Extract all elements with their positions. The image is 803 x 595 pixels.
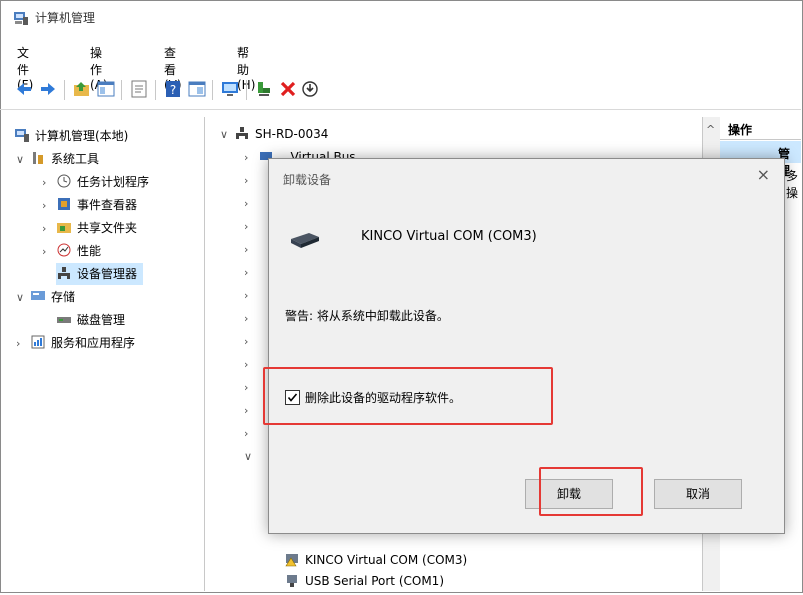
chevron-right-icon[interactable]: › — [244, 192, 264, 215]
device-usb-serial-com1[interactable]: USB Serial Port (COM1) — [284, 570, 444, 592]
toolbar-divider — [0, 109, 801, 110]
scroll-up-arrow-icon[interactable]: ^ — [706, 123, 715, 136]
tree-label: 服务和应用程序 — [51, 336, 136, 350]
chevron-right-icon[interactable]: › — [244, 330, 264, 353]
computer-management-icon — [14, 127, 30, 143]
shared-folders-icon — [56, 219, 72, 235]
chevron-right-icon[interactable]: › — [16, 333, 30, 355]
title-bar: 计算机管理 — [0, 0, 801, 36]
tree-item-disk-management[interactable]: 磁盘管理 — [56, 309, 125, 331]
dialog-title: 卸载设备 — [283, 173, 332, 187]
toolbar: ? — [0, 76, 801, 104]
device-kinco-com3[interactable]: KINCO Virtual COM (COM3) — [284, 549, 467, 571]
chevron-right-icon[interactable]: › — [244, 353, 264, 376]
storage-icon — [30, 288, 46, 304]
tree-item-event-viewer[interactable]: › 事件查看器 — [42, 194, 137, 216]
tree-item-computer-management[interactable]: 计算机管理(本地) — [14, 125, 128, 147]
console-view-icon[interactable] — [187, 79, 207, 99]
port-icon — [284, 572, 300, 588]
up-folder-icon[interactable] — [72, 79, 92, 99]
device-root[interactable]: ∨ SH-RD-0034 — [220, 123, 328, 145]
tree-item-services-apps[interactable]: › 服务和应用程序 — [16, 332, 135, 354]
console-tree: 计算机管理(本地) ∨ 系统工具 › 任务计划程序 › 事件查看器 › 共享文件夹 › 性… — [8, 117, 205, 591]
chevron-right-icon[interactable]: › — [244, 422, 264, 445]
chevron-right-icon[interactable]: › — [244, 399, 264, 422]
show-hide-tree-icon[interactable] — [96, 79, 116, 99]
tree-label: 性能 — [77, 244, 102, 258]
actions-more-label: 多操 — [786, 169, 799, 200]
tree-item-performance[interactable]: › 性能 — [42, 240, 101, 262]
computer-icon — [234, 125, 250, 141]
device-root-label: SH-RD-0034 — [255, 127, 329, 141]
svg-text:?: ? — [170, 83, 176, 97]
forward-arrow-icon[interactable] — [38, 79, 58, 99]
uninstall-device-dialog: 卸载设备 × KINCO Virtual COM (COM3) 警告: 将从系统… — [263, 158, 785, 534]
help-icon[interactable]: ? — [163, 79, 183, 99]
dialog-warning-text: 警告: 将从系统中卸载此设备。 — [285, 309, 449, 323]
download-circle-icon[interactable] — [300, 79, 320, 99]
actions-item-more[interactable]: 多操 — [786, 167, 801, 201]
chevron-right-icon[interactable]: › — [42, 195, 56, 217]
chevron-right-icon[interactable]: › — [42, 172, 56, 194]
dialog-device-name: KINCO Virtual COM (COM3) — [361, 229, 537, 244]
tree-item-system-tools[interactable]: ∨ 系统工具 — [16, 148, 99, 170]
tree-label: 计算机管理(本地) — [35, 129, 129, 143]
tree-item-shared-folders[interactable]: › 共享文件夹 — [42, 217, 137, 239]
disk-management-icon — [56, 311, 72, 327]
port-device-icon — [289, 227, 321, 249]
uninstall-x-icon[interactable] — [278, 79, 298, 99]
tree-label: 系统工具 — [51, 152, 100, 166]
tree-label: 磁盘管理 — [77, 313, 126, 327]
monitor-icon[interactable] — [220, 79, 240, 99]
system-tools-icon — [30, 150, 46, 166]
tree-label: 任务计划程序 — [77, 175, 150, 189]
event-viewer-icon — [56, 196, 72, 212]
chevron-right-icon[interactable]: › — [244, 307, 264, 330]
category-carets: › › › › › › › › › › › › ∨ — [244, 169, 264, 469]
properties-icon[interactable] — [129, 79, 149, 99]
chevron-right-icon[interactable]: › — [244, 169, 264, 192]
chevron-down-icon[interactable]: ∨ — [220, 124, 234, 146]
tree-label: 共享文件夹 — [77, 221, 138, 235]
performance-icon — [56, 242, 72, 258]
chevron-down-icon[interactable]: ∨ — [16, 149, 30, 171]
back-arrow-icon[interactable] — [14, 79, 34, 99]
tree-label: 事件查看器 — [77, 198, 138, 212]
highlight-checkbox-box — [263, 367, 553, 425]
update-driver-icon[interactable] — [254, 79, 274, 99]
computer-management-icon — [13, 10, 29, 26]
tree-item-device-manager[interactable]: 设备管理器 — [56, 263, 144, 285]
warning-port-icon — [284, 551, 300, 567]
tree-item-task-scheduler[interactable]: › 任务计划程序 — [42, 171, 149, 193]
chevron-right-icon[interactable]: › — [244, 261, 264, 284]
services-apps-icon — [30, 334, 46, 350]
task-scheduler-icon — [56, 173, 72, 189]
actions-header-row: 操作 — [720, 117, 801, 140]
tree-item-storage[interactable]: ∨ 存储 — [16, 286, 75, 308]
chevron-down-icon[interactable]: ∨ — [16, 287, 30, 309]
device-label: USB Serial Port (COM1) — [305, 574, 444, 588]
chevron-right-icon[interactable]: › — [244, 215, 264, 238]
chevron-right-icon[interactable]: › — [244, 284, 264, 307]
tree-label: 设备管理器 — [77, 267, 138, 281]
highlight-uninstall-box — [539, 467, 643, 516]
tree-label: 存储 — [51, 290, 76, 304]
cancel-button[interactable]: 取消 — [654, 479, 742, 509]
chevron-right-icon[interactable]: › — [244, 147, 258, 169]
window-title: 计算机管理 — [35, 11, 96, 25]
close-icon[interactable]: × — [757, 165, 770, 184]
actions-header: 操作 — [728, 123, 753, 137]
chevron-down-icon[interactable]: ∨ — [244, 445, 264, 468]
chevron-right-icon[interactable]: › — [42, 218, 56, 240]
chevron-right-icon[interactable]: › — [244, 376, 264, 399]
device-label: KINCO Virtual COM (COM3) — [305, 553, 468, 567]
chevron-right-icon[interactable]: › — [244, 238, 264, 261]
chevron-right-icon[interactable]: › — [42, 241, 56, 263]
device-manager-icon — [56, 265, 72, 281]
